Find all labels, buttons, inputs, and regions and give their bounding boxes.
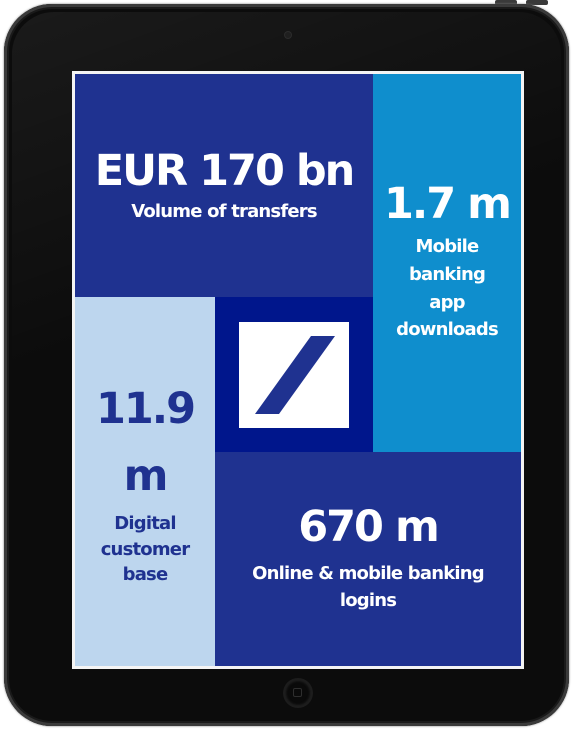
camera-icon — [285, 32, 291, 38]
slash-icon — [255, 335, 335, 414]
transfer-volume-label: Volume of transfers — [131, 200, 317, 222]
home-button-icon[interactable] — [285, 680, 311, 706]
app-downloads-label: Mobile banking app downloads — [396, 235, 499, 341]
tile-transfer-volume: EUR 170 bn Volume of transfers — [75, 74, 373, 297]
infographic-screen: EUR 170 bn Volume of transfers 1.7 m Mob… — [72, 71, 524, 669]
deutsche-bank-logo-icon — [239, 321, 349, 428]
customer-base-label: Digital customer base — [100, 513, 190, 585]
customer-base-value: 11.9 m — [95, 384, 196, 501]
transfer-volume-value: EUR 170 bn — [94, 146, 355, 197]
logins-label: Online & mobile banking logins — [252, 562, 485, 611]
logins-value: 670 m — [298, 502, 440, 553]
app-downloads-value: 1.7 m — [384, 178, 512, 229]
tile-customer-base: 11.9 m Digital customer base — [75, 297, 215, 666]
tile-app-downloads: 1.7 m Mobile banking app downloads — [373, 74, 521, 452]
tile-banking-logins: 670 m Online & mobile banking logins — [215, 452, 521, 666]
tile-logo — [215, 297, 373, 452]
